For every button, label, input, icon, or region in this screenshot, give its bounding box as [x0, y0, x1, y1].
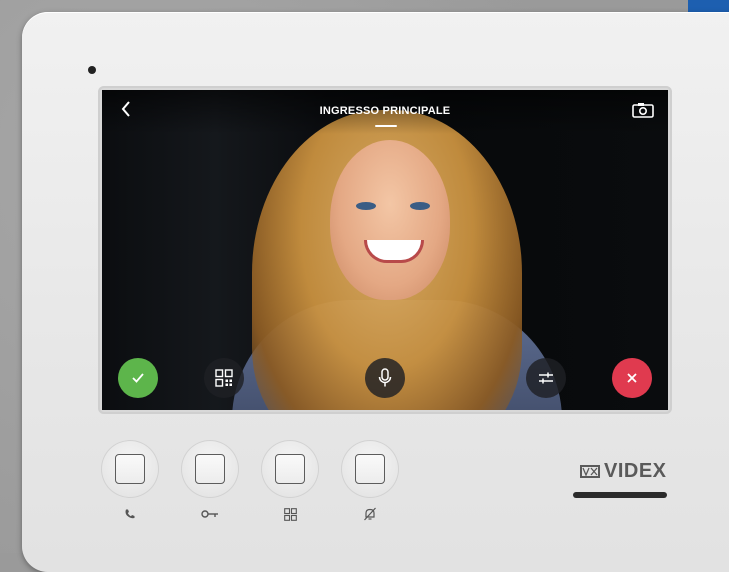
close-icon [627, 373, 637, 383]
video-screen: INGRESSO PRINCIPALE [102, 90, 668, 410]
check-icon [132, 373, 144, 383]
reject-call-button[interactable] [612, 358, 652, 398]
settings-button[interactable] [526, 358, 566, 398]
page-title: INGRESSO PRINCIPALE [319, 105, 451, 117]
camera-icon [632, 103, 654, 118]
key-icon [199, 506, 221, 522]
hardware-door-button[interactable] [181, 440, 239, 498]
mute-icon [359, 506, 381, 522]
grid-icon [279, 506, 301, 522]
button-key [275, 454, 305, 484]
title-indicator [375, 125, 397, 127]
sliders-icon [539, 372, 553, 384]
camera-lens [88, 66, 96, 74]
hardware-call-button[interactable] [101, 440, 159, 498]
status-led-bar [573, 492, 667, 498]
brand-logo: VIDEX [580, 460, 667, 483]
snapshot-button[interactable] [632, 102, 654, 118]
hardware-menu-button[interactable] [261, 440, 319, 498]
phone-icon [119, 506, 141, 522]
brand-name: VIDEX [604, 460, 667, 482]
call-overlay: INGRESSO PRINCIPALE [102, 90, 668, 410]
grid-button[interactable] [204, 358, 244, 398]
button-key [195, 454, 225, 484]
accept-call-button[interactable] [118, 358, 158, 398]
hardware-mute-button[interactable] [341, 440, 399, 498]
microphone-button[interactable] [365, 358, 405, 398]
button-key [355, 454, 385, 484]
videx-logo-icon [580, 465, 600, 478]
microphone-icon [378, 368, 392, 387]
grid-icon [215, 369, 233, 387]
button-key [115, 454, 145, 484]
